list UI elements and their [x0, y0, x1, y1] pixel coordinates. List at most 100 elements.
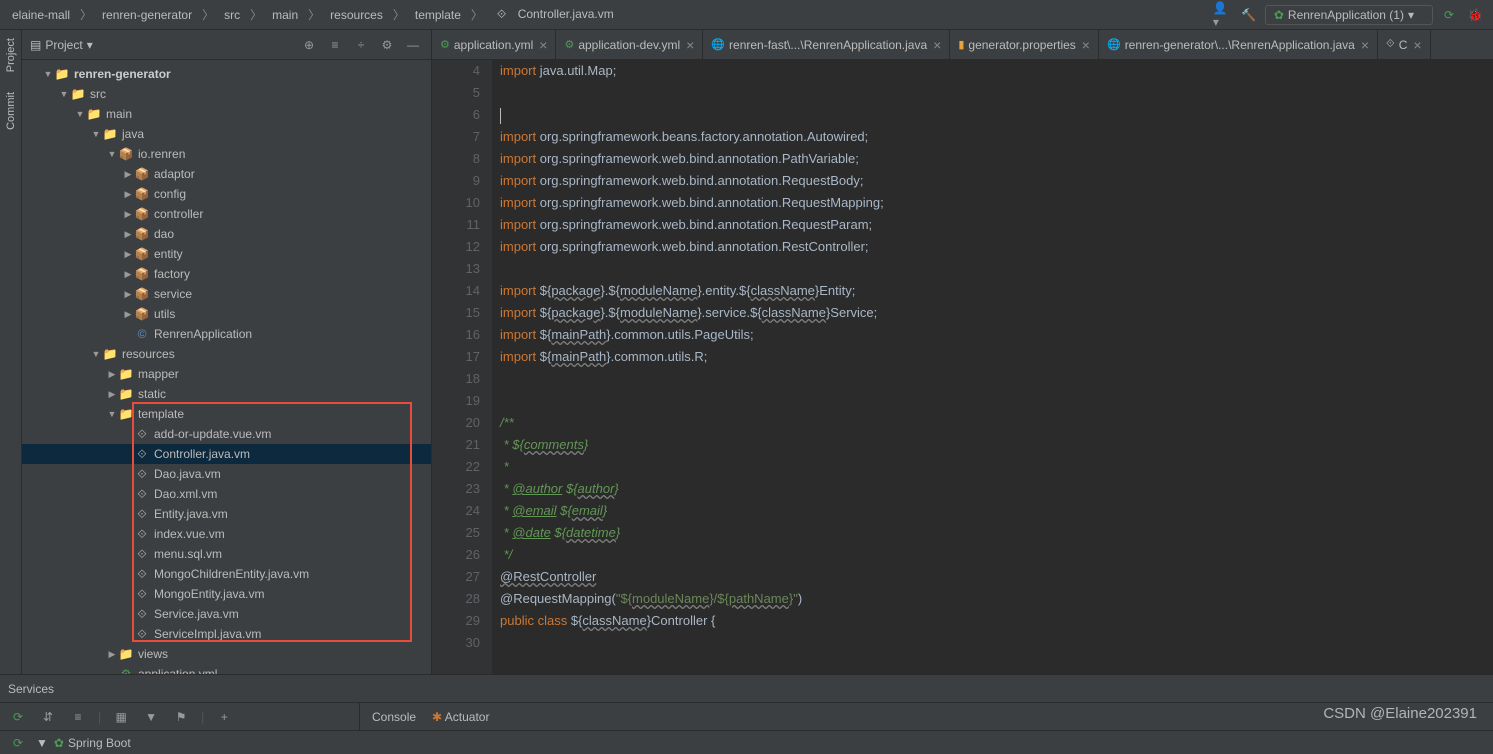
- springboot-label[interactable]: Spring Boot: [68, 736, 131, 750]
- editor-tab[interactable]: ▮generator.properties×: [950, 30, 1099, 59]
- breadcrumb-item[interactable]: elaine-mall: [8, 6, 74, 24]
- tree-item-java[interactable]: ▼📁java: [22, 124, 431, 144]
- rerun-icon[interactable]: ⟳: [8, 707, 28, 727]
- run-icon[interactable]: ⟳: [1439, 5, 1459, 25]
- tree-item-controller[interactable]: ▶📦controller: [22, 204, 431, 224]
- tree-item-service[interactable]: ▶📦service: [22, 284, 431, 304]
- collapse-icon[interactable]: ÷: [351, 35, 371, 55]
- tree-arrow-icon[interactable]: ▶: [122, 249, 134, 260]
- tree-item-dao-xml-vm[interactable]: ⟐Dao.xml.vm: [22, 484, 431, 504]
- tree-item-mongoentity-java-vm[interactable]: ⟐MongoEntity.java.vm: [22, 584, 431, 604]
- tree-arrow-icon[interactable]: ▶: [106, 649, 118, 660]
- tree-arrow-icon[interactable]: ▶: [106, 389, 118, 400]
- breadcrumb-item[interactable]: main: [268, 6, 302, 24]
- tree-item-index-vue-vm[interactable]: ⟐index.vue.vm: [22, 524, 431, 544]
- editor-tab[interactable]: ⚙application-dev.yml×: [556, 30, 703, 59]
- chevron-down-icon[interactable]: ▾: [87, 38, 93, 52]
- tree-node-icon: 📁: [118, 407, 134, 421]
- console-tab[interactable]: Console: [372, 710, 416, 724]
- locate-icon[interactable]: ⊕: [299, 35, 319, 55]
- tree-arrow-icon[interactable]: ▼: [106, 149, 118, 159]
- editor-tab[interactable]: ⟐C×: [1378, 30, 1431, 59]
- actuator-tab[interactable]: ✱ Actuator: [432, 710, 489, 724]
- tree-item-controller-java-vm[interactable]: ⟐Controller.java.vm: [22, 444, 431, 464]
- tree-item-serviceimpl-java-vm[interactable]: ⟐ServiceImpl.java.vm: [22, 624, 431, 644]
- tree-arrow-icon[interactable]: ▼: [58, 89, 70, 99]
- tree-item-views[interactable]: ▶📁views: [22, 644, 431, 664]
- tree-item-application-yml[interactable]: ⚙application.yml: [22, 664, 431, 674]
- tree-arrow-icon[interactable]: ▶: [122, 189, 134, 200]
- tree-arrow-icon[interactable]: ▼: [90, 129, 102, 139]
- breadcrumb-item[interactable]: resources: [326, 6, 387, 24]
- tree-item-utils[interactable]: ▶📦utils: [22, 304, 431, 324]
- add-icon[interactable]: +: [214, 707, 234, 727]
- project-tree[interactable]: ▼📁renren-generator▼📁src▼📁main▼📁java▼📦io.…: [22, 60, 431, 674]
- close-icon[interactable]: ×: [539, 37, 547, 53]
- tree-arrow-icon[interactable]: ▶: [122, 209, 134, 220]
- filter-icon[interactable]: ▼: [141, 707, 161, 727]
- tree-arrow-icon[interactable]: ▶: [122, 269, 134, 280]
- tree-icon[interactable]: ⇵: [38, 707, 58, 727]
- run-configuration-dropdown[interactable]: ✿ RenrenApplication (1) ▾: [1265, 5, 1433, 25]
- code-editor[interactable]: 4567891011121314151617181920212223242526…: [432, 60, 1493, 674]
- tree-arrow-icon[interactable]: ▶: [122, 169, 134, 180]
- tree-item-mapper[interactable]: ▶📁mapper: [22, 364, 431, 384]
- services-title-bar[interactable]: Services: [0, 674, 1493, 702]
- close-icon[interactable]: ×: [686, 37, 694, 53]
- tree-item-dao[interactable]: ▶📦dao: [22, 224, 431, 244]
- tree-arrow-icon[interactable]: ▶: [122, 309, 134, 320]
- debug-icon[interactable]: 🐞: [1465, 5, 1485, 25]
- tree-arrow-icon[interactable]: ▶: [122, 289, 134, 300]
- code-content[interactable]: import java.util.Map; import org.springf…: [492, 60, 1493, 674]
- editor-tab[interactable]: ⚙application.yml×: [432, 30, 556, 59]
- tree-item-entity[interactable]: ▶📦entity: [22, 244, 431, 264]
- sync-icon[interactable]: ⟳: [8, 733, 28, 753]
- flag-icon[interactable]: ⚑: [171, 707, 191, 727]
- close-icon[interactable]: ×: [1413, 37, 1421, 53]
- close-icon[interactable]: ×: [1361, 37, 1369, 53]
- tree-item-config[interactable]: ▶📦config: [22, 184, 431, 204]
- tree-item-renrenapplication[interactable]: ©RenrenApplication: [22, 324, 431, 344]
- tree-arrow-icon[interactable]: ▶: [106, 369, 118, 380]
- flat-icon[interactable]: ≡: [68, 707, 88, 727]
- close-icon[interactable]: ×: [933, 37, 941, 53]
- editor-tab[interactable]: 🌐renren-generator\...\RenrenApplication.…: [1099, 30, 1378, 59]
- tree-arrow-icon[interactable]: ▼: [90, 349, 102, 359]
- tree-arrow-icon[interactable]: ▼: [106, 409, 118, 419]
- breadcrumb-item[interactable]: src: [220, 6, 244, 24]
- tree-item-io-renren[interactable]: ▼📦io.renren: [22, 144, 431, 164]
- settings-icon[interactable]: ⚙: [377, 35, 397, 55]
- tree-item-factory[interactable]: ▶📦factory: [22, 264, 431, 284]
- expand-toggle[interactable]: ▼: [36, 736, 48, 750]
- project-tool-tab[interactable]: Project: [5, 38, 17, 72]
- tree-item-dao-java-vm[interactable]: ⟐Dao.java.vm: [22, 464, 431, 484]
- build-icon[interactable]: 🔨: [1239, 5, 1259, 25]
- tree-item-src[interactable]: ▼📁src: [22, 84, 431, 104]
- commit-tool-tab[interactable]: Commit: [5, 92, 17, 130]
- tree-item-static[interactable]: ▶📁static: [22, 384, 431, 404]
- tree-item-template[interactable]: ▼📁template: [22, 404, 431, 424]
- tree-item-entity-java-vm[interactable]: ⟐Entity.java.vm: [22, 504, 431, 524]
- tree-arrow-icon[interactable]: ▼: [42, 69, 54, 79]
- tree-item-menu-sql-vm[interactable]: ⟐menu.sql.vm: [22, 544, 431, 564]
- tree-item-add-or-update-vue-vm[interactable]: ⟐add-or-update.vue.vm: [22, 424, 431, 444]
- tree-item-service-java-vm[interactable]: ⟐Service.java.vm: [22, 604, 431, 624]
- tree-node-icon: 📦: [118, 147, 134, 161]
- grid-icon[interactable]: ▦: [111, 707, 131, 727]
- hide-icon[interactable]: —: [403, 35, 423, 55]
- breadcrumb-item[interactable]: renren-generator: [98, 6, 196, 24]
- editor-tab[interactable]: 🌐renren-fast\...\RenrenApplication.java×: [703, 30, 950, 59]
- close-icon[interactable]: ×: [1082, 37, 1090, 53]
- tree-item-adaptor[interactable]: ▶📦adaptor: [22, 164, 431, 184]
- breadcrumb-item[interactable]: template: [411, 6, 465, 24]
- tree-arrow-icon[interactable]: ▼: [74, 109, 86, 119]
- user-icon[interactable]: 👤▾: [1213, 5, 1233, 25]
- tree-item-main[interactable]: ▼📁main: [22, 104, 431, 124]
- breadcrumb-item[interactable]: ⟐ Controller.java.vm: [489, 5, 622, 24]
- tree-item-renren-generator[interactable]: ▼📁renren-generator: [22, 64, 431, 84]
- tree-item-mongochildrenentity-java-vm[interactable]: ⟐MongoChildrenEntity.java.vm: [22, 564, 431, 584]
- tree-node-icon: 📦: [134, 227, 150, 241]
- tree-arrow-icon[interactable]: ▶: [122, 229, 134, 240]
- expand-icon[interactable]: ≡: [325, 35, 345, 55]
- tree-item-resources[interactable]: ▼📁resources: [22, 344, 431, 364]
